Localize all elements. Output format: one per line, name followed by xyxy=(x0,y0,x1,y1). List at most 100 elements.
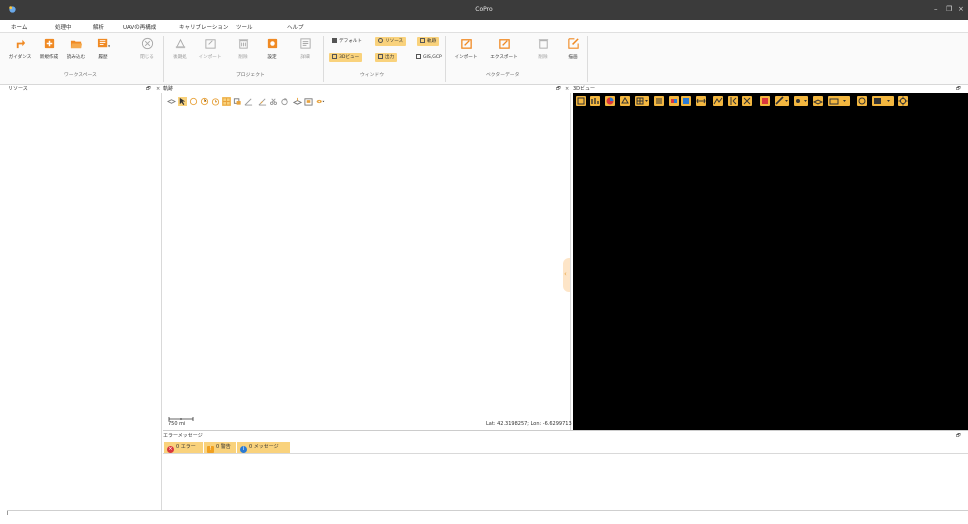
vector-export-icon xyxy=(498,39,510,49)
view3d-recenter-button[interactable] xyxy=(898,96,908,106)
angle-icon[interactable] xyxy=(244,97,253,106)
errors-filter-tab[interactable]: × 0 エラー xyxy=(164,442,203,453)
resources-float-button[interactable]: 🗗 xyxy=(146,85,151,93)
default-layout-icon xyxy=(332,38,337,43)
polygon-select-icon[interactable] xyxy=(189,97,198,106)
tab-processing[interactable]: 処理中 xyxy=(55,23,72,31)
vector-delete-button[interactable]: 削除 xyxy=(533,35,553,67)
view3d-tile-button[interactable] xyxy=(681,96,691,106)
point-dropdown-icon xyxy=(796,99,807,103)
view3d-palette-button[interactable] xyxy=(669,96,679,106)
view3d-height-button[interactable] xyxy=(728,96,738,106)
postprocess-button[interactable]: 後期処 xyxy=(168,35,192,67)
project-settings-button[interactable]: 設定 xyxy=(262,35,282,67)
resources-close-button[interactable]: × xyxy=(156,85,160,93)
view3d-stack-button[interactable] xyxy=(812,96,824,106)
measure-icon[interactable] xyxy=(258,97,267,106)
crop-box-icon xyxy=(762,98,768,104)
warnings-filter-tab[interactable]: ! 0 警告 xyxy=(204,442,236,453)
view3d-camera-dropdown[interactable] xyxy=(828,96,850,106)
tab-calibration[interactable]: キャリブレーション xyxy=(179,23,228,31)
view3d-layers-button[interactable] xyxy=(576,96,586,106)
trajectory-float-button[interactable]: 🗗 xyxy=(556,85,561,93)
cut-icon xyxy=(743,97,751,105)
open-button[interactable]: 読み込む xyxy=(64,35,88,67)
color-wheel-icon xyxy=(606,97,614,105)
timer-icon[interactable] xyxy=(211,97,220,106)
view3d-crop-button[interactable] xyxy=(760,96,770,106)
close-workspace-button[interactable]: 閉じる xyxy=(136,35,158,67)
group-label-vector: ベクターデータ xyxy=(486,73,520,78)
tab-home[interactable]: ホーム xyxy=(6,23,32,35)
ribbon-divider xyxy=(323,36,324,82)
minimize-button[interactable]: – xyxy=(934,5,938,13)
cursor-coordinates: Lat: 42.3198257; Lon: -6.6299713 xyxy=(486,421,572,427)
error-panel-title: エラーメッセージ xyxy=(163,433,203,439)
tab-help[interactable]: ヘルプ xyxy=(287,23,304,31)
toggle-resources-button[interactable]: リソース xyxy=(375,37,407,46)
guidance-button[interactable]: ガイダンス xyxy=(8,35,32,67)
project-details-button[interactable]: 詳細 xyxy=(295,35,315,67)
view3d-canvas[interactable] xyxy=(573,93,968,430)
layout-default-button[interactable]: デフォルト xyxy=(329,37,365,46)
group-label-project: プロジェクト xyxy=(236,73,265,78)
refresh-icon[interactable] xyxy=(280,97,289,106)
view3d-grid-dropdown[interactable] xyxy=(635,96,649,106)
toggle-gis-gcp-button[interactable]: GIS,GCP xyxy=(413,53,445,62)
panel-collapse-handle[interactable]: ‹ xyxy=(563,258,570,292)
ruler-dropdown-icon xyxy=(775,96,788,105)
resources-panel xyxy=(7,93,162,510)
tab-analysis[interactable]: 解析 xyxy=(93,23,104,31)
scissors-icon[interactable] xyxy=(269,97,278,106)
trajectory-icon xyxy=(420,38,425,43)
delete-icon xyxy=(238,39,248,49)
view3d-color-button[interactable] xyxy=(605,96,615,106)
delete-project-button[interactable]: 削除 xyxy=(233,35,253,67)
error-panel-header: エラーメッセージ 🗗 xyxy=(163,432,968,440)
new-project-icon xyxy=(44,38,54,49)
layers-tool-icon[interactable] xyxy=(167,97,176,106)
image-icon[interactable] xyxy=(304,97,313,106)
draw-button[interactable]: 描画 xyxy=(564,35,582,67)
scale-bar-label: 750 mi xyxy=(168,421,186,427)
view3d-cut-button[interactable] xyxy=(742,96,752,106)
view3d-bars-button[interactable] xyxy=(590,96,600,106)
stack-icon[interactable] xyxy=(293,97,302,106)
vector-export-button[interactable]: エクスポート xyxy=(486,35,522,67)
select-tool-button[interactable] xyxy=(178,97,187,106)
trajectory-close-button[interactable]: × xyxy=(565,85,569,93)
view3d-fit-button[interactable] xyxy=(696,96,706,106)
history-button[interactable]: 履歴 xyxy=(90,35,116,67)
view3d-measure-dropdown[interactable] xyxy=(775,96,789,106)
chevron-left-icon: ‹ xyxy=(564,270,567,278)
view3d-export-dropdown[interactable] xyxy=(872,96,894,106)
new-project-button[interactable]: 新規作成 xyxy=(35,35,63,67)
view3d-rotate-button[interactable] xyxy=(857,96,867,106)
view3d-filter-button[interactable] xyxy=(654,96,664,106)
vector-import-button[interactable]: インポート xyxy=(452,35,480,67)
crop-icon[interactable] xyxy=(233,97,242,106)
visibility-dropdown-icon[interactable] xyxy=(316,97,325,106)
cursor-icon xyxy=(179,97,186,106)
grid-select-button[interactable] xyxy=(222,97,231,106)
toggle-3dview-button[interactable]: 3Dビュー xyxy=(329,53,363,62)
lasso-icon[interactable] xyxy=(200,97,209,106)
toggle-trajectory-button[interactable]: 軌跡 xyxy=(417,37,440,46)
view3d-float-button[interactable]: 🗗 xyxy=(956,85,961,93)
export-dropdown-icon xyxy=(874,98,890,104)
messages-filter-tab[interactable]: i0 メッセージ xyxy=(237,442,290,453)
import-project-button[interactable]: インポート xyxy=(196,35,224,67)
restore-button[interactable]: ❐ xyxy=(946,5,952,13)
error-panel-float-button[interactable]: 🗗 xyxy=(956,432,961,440)
tab-tools[interactable]: ツール xyxy=(236,23,253,31)
guidance-icon xyxy=(16,39,25,49)
gis-gcp-icon xyxy=(416,54,421,59)
toggle-output-button[interactable]: 出力 xyxy=(375,53,398,62)
resources-panel-header: リソース 🗗 × xyxy=(8,85,163,93)
view3d-profile-button[interactable] xyxy=(713,96,723,106)
view3d-point-dropdown[interactable] xyxy=(794,96,808,106)
close-window-button[interactable]: × xyxy=(958,5,964,13)
tab-uav-reconstruction[interactable]: UAVの再構成 xyxy=(123,23,156,31)
view3d-shape-button[interactable] xyxy=(620,96,630,106)
trajectory-map[interactable] xyxy=(163,93,571,430)
